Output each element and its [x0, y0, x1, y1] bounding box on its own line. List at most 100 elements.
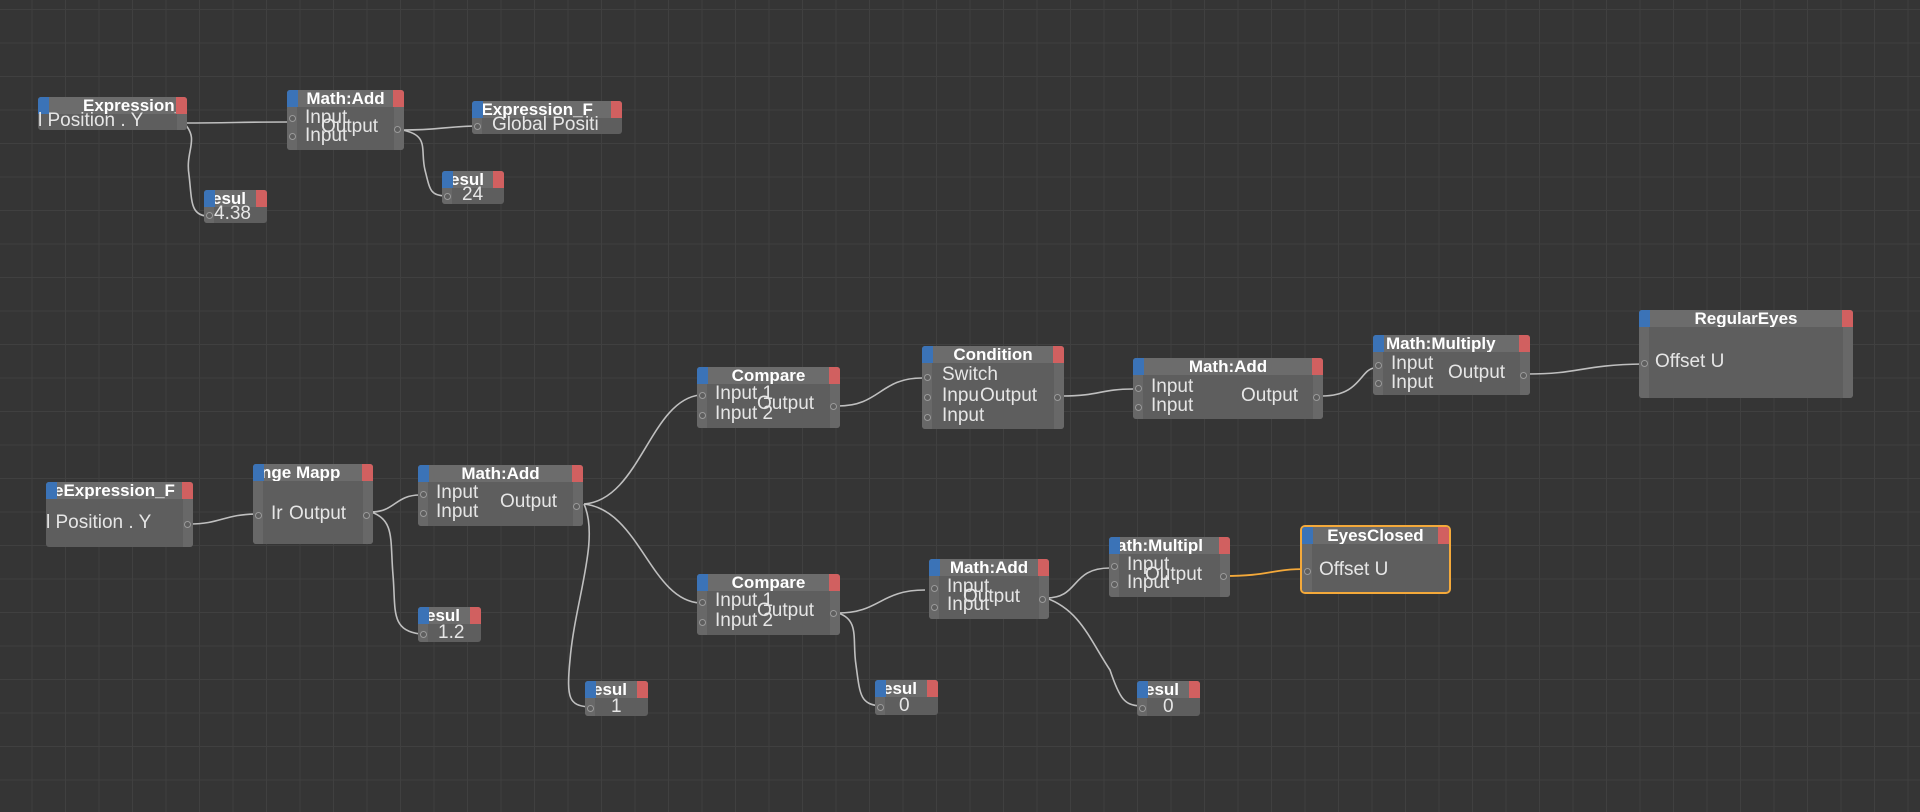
output-pin-icon[interactable] [927, 680, 938, 697]
output-port[interactable] [830, 610, 837, 617]
math-add-node[interactable]: Math:Add Input Input Output [287, 90, 404, 150]
output-pin-icon[interactable] [829, 574, 840, 591]
output-port[interactable] [394, 126, 401, 133]
math-multiply-node[interactable]: ath:Multipl Input Input Output [1109, 537, 1230, 597]
output-pin-icon[interactable] [493, 171, 504, 188]
input-port[interactable] [924, 374, 931, 381]
output-port[interactable] [573, 503, 580, 510]
output-pin-icon[interactable] [611, 101, 622, 118]
input-pin-icon[interactable] [1639, 310, 1650, 327]
input-port[interactable] [699, 619, 706, 626]
output-pin-icon[interactable] [1519, 335, 1530, 352]
input-pin-icon[interactable] [585, 681, 596, 698]
output-pin-icon[interactable] [362, 464, 373, 481]
range-mapper-node[interactable]: nge Mapp Ir Output [253, 464, 373, 544]
output-pin-icon[interactable] [572, 465, 583, 482]
input-pin-icon[interactable] [697, 367, 708, 384]
output-port[interactable] [363, 512, 370, 519]
input-port[interactable] [587, 705, 594, 712]
output-pin-icon[interactable] [1219, 537, 1230, 554]
input-pin-icon[interactable] [1373, 335, 1384, 352]
output-pin-icon[interactable] [637, 681, 648, 698]
output-pin-icon[interactable] [1038, 559, 1049, 576]
input-port[interactable] [1139, 705, 1146, 712]
result-node[interactable]: esul 24 [442, 171, 504, 204]
output-pin-icon[interactable] [829, 367, 840, 384]
input-port[interactable] [1304, 568, 1311, 575]
output-port[interactable] [1520, 372, 1527, 379]
math-add-node[interactable]: Math:Add Input Input Output [418, 465, 583, 526]
output-port[interactable] [1039, 596, 1046, 603]
compare-node[interactable]: Compare Input 1 Input 2 Output [697, 367, 840, 428]
input-port[interactable] [1375, 362, 1382, 369]
result-node[interactable]: esul 1.2 [418, 607, 481, 642]
output-pin-icon[interactable] [1438, 527, 1449, 544]
input-port[interactable] [420, 510, 427, 517]
input-port[interactable] [289, 115, 296, 122]
math-add-node[interactable]: Math:Add Input Input Output [929, 559, 1049, 619]
result-node[interactable]: esul 0 [875, 680, 938, 715]
input-pin-icon[interactable] [287, 90, 298, 107]
input-port[interactable] [1111, 563, 1118, 570]
input-port[interactable] [699, 599, 706, 606]
input-port[interactable] [924, 394, 931, 401]
output-pin-icon[interactable] [470, 607, 481, 624]
result-node[interactable]: esul 1 [585, 681, 648, 716]
input-pin-icon[interactable] [418, 465, 429, 482]
output-pin-icon[interactable] [1053, 346, 1064, 363]
math-multiply-node[interactable]: Math:Multiply Input Input Output [1373, 335, 1530, 395]
input-pin-icon[interactable] [697, 574, 708, 591]
input-port[interactable] [699, 412, 706, 419]
input-port[interactable] [1375, 380, 1382, 387]
output-port[interactable] [1220, 573, 1227, 580]
input-port[interactable] [1135, 404, 1142, 411]
input-pin-icon[interactable] [1137, 681, 1148, 698]
node-graph-canvas[interactable]: Expression_C l Position . Y Math:Add Inp… [0, 0, 1920, 812]
input-port[interactable] [1641, 360, 1648, 367]
output-port[interactable] [1313, 394, 1320, 401]
output-pin-icon[interactable] [182, 482, 193, 499]
output-port[interactable] [184, 521, 191, 528]
condition-node[interactable]: Condition Switch Inpu Input Output [922, 346, 1064, 429]
output-pin-icon[interactable] [1312, 358, 1323, 375]
eyes-closed-node[interactable]: EyesClosed Offset U [1300, 525, 1451, 594]
output-port[interactable] [1054, 394, 1061, 401]
expression-node[interactable]: eExpression_F l Position . Y [46, 482, 193, 547]
expression-node[interactable]: Expression_C l Position . Y [38, 97, 187, 130]
compare-node[interactable]: Compare Input 1 Input 2 Output [697, 574, 840, 635]
input-pin-icon[interactable] [472, 101, 483, 118]
input-pin-icon[interactable] [418, 607, 429, 624]
input-port[interactable] [931, 604, 938, 611]
input-pin-icon[interactable] [1302, 527, 1313, 544]
input-port[interactable] [255, 512, 262, 519]
output-pin-icon[interactable] [1189, 681, 1200, 698]
input-pin-icon[interactable] [46, 482, 57, 499]
input-port[interactable] [474, 123, 481, 130]
input-pin-icon[interactable] [253, 464, 264, 481]
input-port[interactable] [206, 212, 213, 219]
output-pin-icon[interactable] [1842, 310, 1853, 327]
input-port[interactable] [420, 631, 427, 638]
regular-eyes-node[interactable]: RegularEyes Offset U [1639, 310, 1853, 398]
output-pin-icon[interactable] [393, 90, 404, 107]
input-port[interactable] [1111, 581, 1118, 588]
result-node[interactable]: esul 4.38 [204, 190, 267, 223]
input-pin-icon[interactable] [442, 171, 453, 188]
input-pin-icon[interactable] [922, 346, 933, 363]
result-node[interactable]: esul 0 [1137, 681, 1200, 716]
input-port[interactable] [1135, 385, 1142, 392]
input-port[interactable] [289, 133, 296, 140]
input-pin-icon[interactable] [1109, 537, 1120, 554]
input-port[interactable] [877, 704, 884, 711]
output-port[interactable] [830, 403, 837, 410]
input-port[interactable] [931, 585, 938, 592]
input-port[interactable] [444, 193, 451, 200]
input-pin-icon[interactable] [929, 559, 940, 576]
input-port[interactable] [420, 491, 427, 498]
math-add-node[interactable]: Math:Add Input Input Output [1133, 358, 1323, 419]
input-pin-icon[interactable] [875, 680, 886, 697]
expression-node[interactable]: eExpression_F Global Positi [472, 101, 622, 134]
input-port[interactable] [924, 414, 931, 421]
input-pin-icon[interactable] [1133, 358, 1144, 375]
input-port[interactable] [699, 392, 706, 399]
